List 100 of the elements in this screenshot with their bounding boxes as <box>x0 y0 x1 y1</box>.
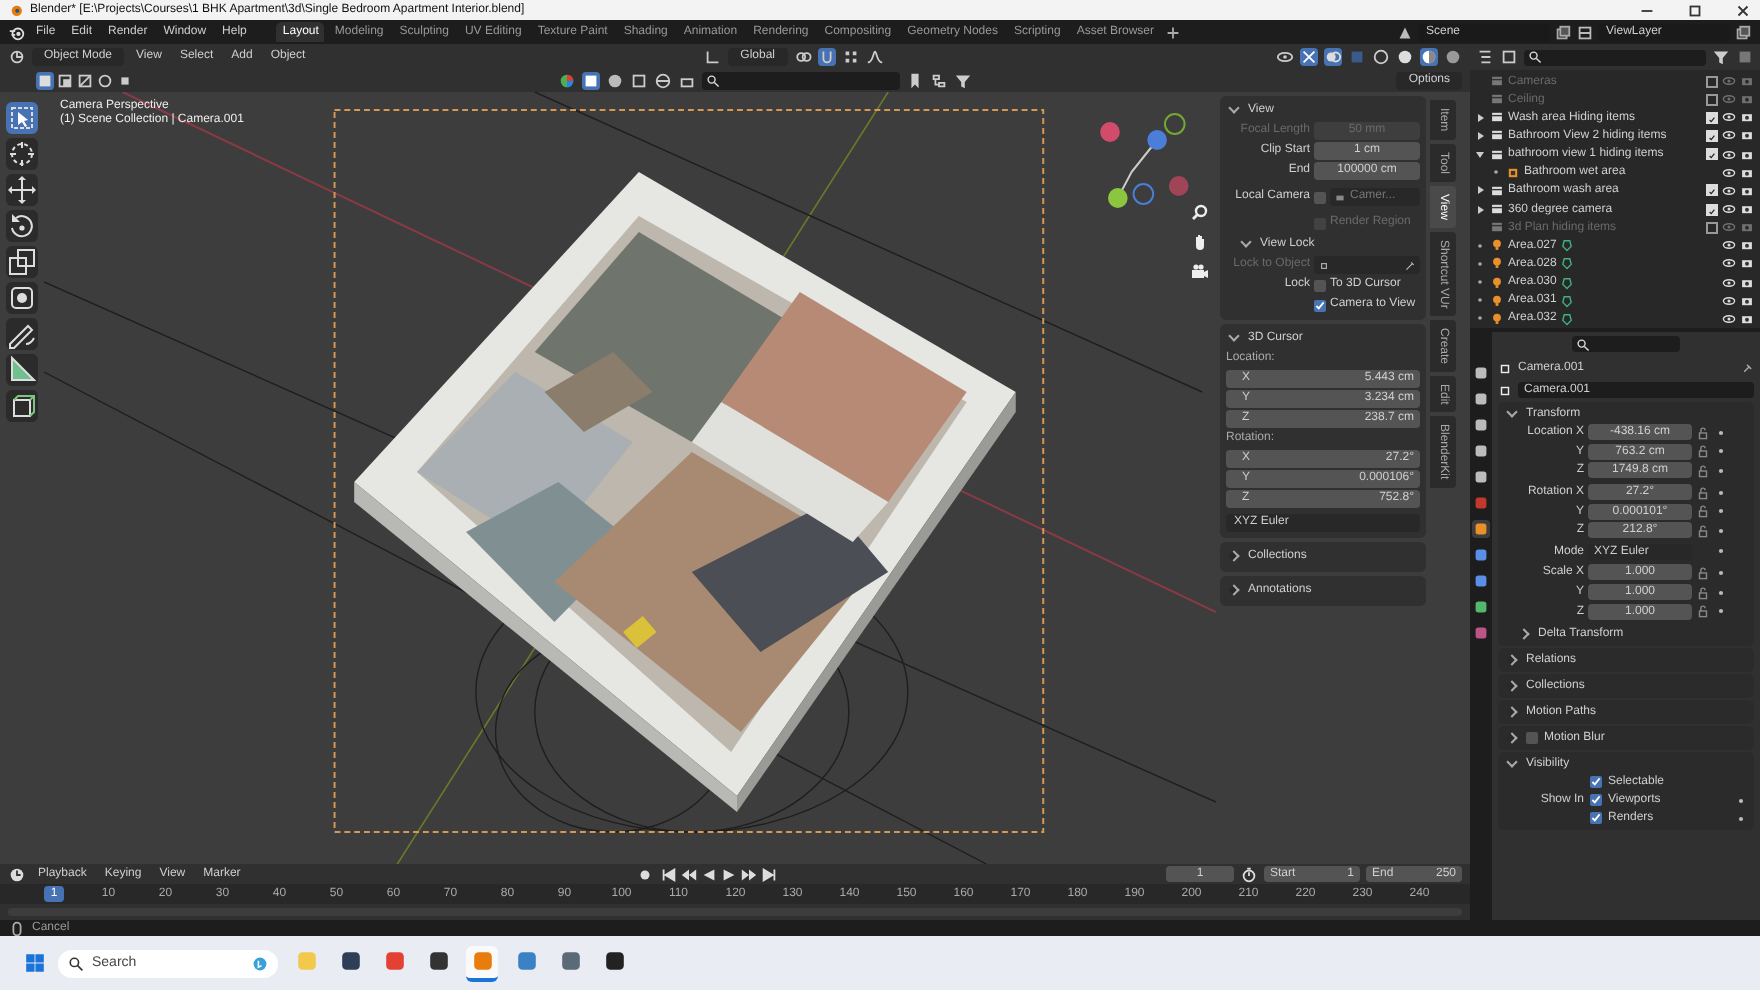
lock-icon[interactable] <box>1696 485 1710 500</box>
filter-icon[interactable] <box>1712 48 1730 66</box>
falloff-icon[interactable] <box>865 47 883 65</box>
copy-icon[interactable] <box>1734 23 1752 41</box>
material-shading-icon[interactable] <box>1420 47 1438 65</box>
disclosure-triangle-icon[interactable] <box>1474 129 1486 142</box>
eye-icon[interactable] <box>1722 238 1736 253</box>
eye-icon[interactable] <box>1722 293 1736 308</box>
eye-icon[interactable] <box>1722 275 1736 290</box>
keyframe-dot-icon[interactable] <box>1714 444 1728 459</box>
search-field[interactable] <box>702 71 901 89</box>
stopwatch-icon[interactable] <box>1240 865 1259 883</box>
outliner-icon[interactable] <box>1476 48 1494 66</box>
eye-icon[interactable] <box>1276 47 1294 65</box>
keyframe-dot-icon[interactable] <box>1714 425 1728 440</box>
disclosure-triangle-icon[interactable] <box>1474 203 1486 216</box>
keyframe-dot-icon[interactable] <box>1714 485 1728 500</box>
checkbox[interactable] <box>1314 191 1326 203</box>
keyframe-dot-icon[interactable] <box>1734 793 1748 808</box>
zoom-icon[interactable] <box>1190 202 1210 222</box>
gizmo-icon[interactable] <box>1300 47 1318 65</box>
plus-icon[interactable] <box>1164 23 1182 41</box>
eye-icon[interactable] <box>1722 256 1736 271</box>
cube-tool[interactable] <box>6 390 38 422</box>
keyframe-dot-icon[interactable] <box>1714 585 1728 600</box>
close-icon[interactable] <box>1734 1 1752 19</box>
wireframe-shading-icon[interactable] <box>1372 47 1390 65</box>
eye-icon[interactable] <box>1722 183 1736 198</box>
jump-start-icon[interactable] <box>659 865 678 883</box>
select-box-tool[interactable] <box>6 102 38 134</box>
selection-mode-icon[interactable] <box>76 71 94 89</box>
scale-tool[interactable] <box>6 246 38 278</box>
disclosure-triangle-icon[interactable] <box>1474 184 1486 197</box>
eye-icon[interactable] <box>1722 202 1736 217</box>
checkbox[interactable] <box>1706 221 1718 234</box>
lock-icon[interactable] <box>1696 604 1710 619</box>
layers-icon[interactable] <box>1576 23 1594 41</box>
maximize-icon[interactable] <box>1686 1 1704 19</box>
hand-icon[interactable] <box>1190 232 1210 252</box>
solid-shading-icon[interactable] <box>1396 47 1414 65</box>
axes-icon[interactable] <box>704 47 723 65</box>
checkbox[interactable] <box>1706 93 1718 106</box>
keyframe-dot-icon[interactable] <box>1714 604 1728 619</box>
collection-icon <box>1490 74 1504 89</box>
chevron-right-icon <box>1518 628 1530 640</box>
checkbox[interactable] <box>1314 279 1326 291</box>
navigation-gizmo[interactable] <box>1100 113 1189 208</box>
lock-icon[interactable] <box>1696 565 1710 580</box>
pin-icon[interactable] <box>1740 361 1754 375</box>
keyframe-dot-icon[interactable] <box>1714 504 1728 519</box>
search-field[interactable] <box>1524 49 1706 65</box>
square-icon[interactable] <box>582 71 601 89</box>
lock-icon[interactable] <box>1696 504 1710 519</box>
ruler-tool[interactable] <box>6 354 38 386</box>
rendered-shading-icon[interactable] <box>1444 47 1462 65</box>
keyframe-dot-icon[interactable] <box>1714 463 1728 478</box>
square-icon[interactable] <box>1498 383 1512 397</box>
square-icon[interactable] <box>1472 520 1490 538</box>
search-field[interactable] <box>1572 336 1680 352</box>
lock-icon[interactable] <box>1696 425 1710 440</box>
sphere-icon[interactable] <box>606 71 625 89</box>
keyframe-dot-icon[interactable] <box>1714 565 1728 580</box>
transform-tool[interactable] <box>6 282 38 314</box>
checkbox[interactable] <box>1706 75 1718 88</box>
move-tool[interactable] <box>6 174 38 206</box>
color-wheel-icon[interactable] <box>558 71 577 89</box>
eye-icon[interactable] <box>1722 128 1736 143</box>
hierarchy-icon[interactable] <box>930 71 949 89</box>
pivot-icon[interactable] <box>793 47 811 65</box>
new-collection-icon[interactable] <box>1736 48 1754 66</box>
pencil-tool[interactable] <box>6 318 38 350</box>
lock-icon[interactable] <box>1696 585 1710 600</box>
bing-icon[interactable] <box>252 955 268 971</box>
windows-logo-icon[interactable] <box>24 952 46 974</box>
disclosure-triangle-icon[interactable] <box>1474 148 1486 161</box>
lock-icon[interactable] <box>1696 444 1710 459</box>
magnet-icon[interactable] <box>817 47 835 65</box>
editor-type-icon[interactable] <box>8 47 26 65</box>
lock-icon[interactable] <box>1696 523 1710 538</box>
eye-icon[interactable] <box>1722 147 1736 162</box>
keyframe-dot-icon[interactable] <box>1714 544 1728 559</box>
disclosure-triangle-icon[interactable] <box>1474 111 1486 124</box>
eye-icon[interactable] <box>1722 311 1736 326</box>
lock-icon[interactable] <box>1696 463 1710 478</box>
checkbox[interactable] <box>1526 731 1538 744</box>
image-icon[interactable] <box>630 71 649 89</box>
display-mode-icon[interactable] <box>1500 48 1518 66</box>
cursor-tool[interactable] <box>6 138 38 170</box>
grid-icon[interactable] <box>841 47 859 65</box>
rotate-tool[interactable] <box>6 210 38 242</box>
jump-end-icon[interactable] <box>759 865 778 883</box>
keyframe-dot-icon[interactable] <box>1734 811 1748 826</box>
eye-icon[interactable] <box>1722 165 1736 180</box>
object-field[interactable] <box>1314 256 1420 274</box>
eye-icon[interactable] <box>1722 110 1736 125</box>
eyedropper-icon[interactable] <box>1404 259 1416 271</box>
clock-icon[interactable] <box>8 865 26 883</box>
keyframe-dot-icon[interactable] <box>1714 523 1728 538</box>
copy-icon[interactable] <box>1554 23 1572 41</box>
overlay-icon[interactable] <box>1324 47 1342 65</box>
